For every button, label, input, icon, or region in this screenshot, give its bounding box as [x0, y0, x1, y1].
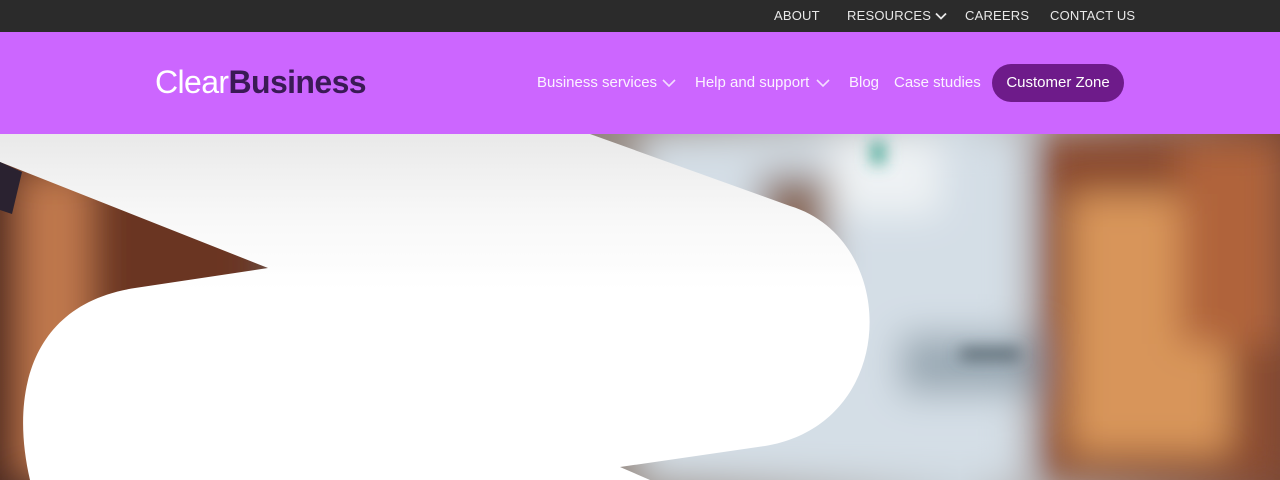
- logo-text-bold: Business: [228, 64, 366, 100]
- main-navigation: ClearBusiness Business services Help and…: [0, 32, 1280, 134]
- customer-zone-button[interactable]: Customer Zone: [992, 64, 1124, 102]
- nav-business-services[interactable]: Business services: [537, 72, 657, 94]
- logo[interactable]: ClearBusiness: [155, 64, 367, 100]
- nav-help-and-support[interactable]: Help and support: [695, 72, 809, 94]
- chevron-down-icon[interactable]: [816, 77, 830, 89]
- top-utility-bar: ABOUT RESOURCES CAREERS CONTACT US: [0, 0, 1280, 32]
- logo-text-light: Clear: [155, 64, 229, 100]
- top-link-resources[interactable]: RESOURCES: [847, 0, 947, 32]
- nav-case-studies[interactable]: Case studies: [894, 72, 981, 94]
- top-link-careers[interactable]: CAREERS: [965, 0, 1029, 32]
- chevron-down-icon: [935, 12, 947, 20]
- chevron-down-icon[interactable]: [662, 77, 676, 89]
- nav-blog[interactable]: Blog: [849, 72, 879, 94]
- hero-background-image: [0, 134, 1280, 480]
- top-link-contact[interactable]: CONTACT US: [1050, 0, 1135, 32]
- hero-banner: [0, 134, 1280, 480]
- top-link-resources-label: RESOURCES: [847, 8, 932, 23]
- top-link-about[interactable]: ABOUT: [774, 0, 820, 32]
